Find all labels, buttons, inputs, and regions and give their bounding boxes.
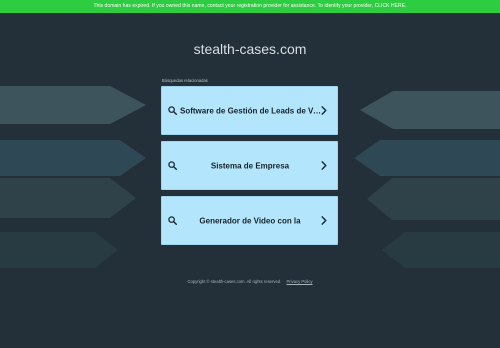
- left-arrow-1: [0, 86, 146, 124]
- search-icon: [168, 212, 177, 230]
- related-link-label: Sistema de Empresa: [210, 161, 290, 170]
- chevron-right-icon: [321, 157, 327, 175]
- related-link-1[interactable]: Software de Gestión de Leads de Venta: [161, 86, 338, 135]
- copyright-text: Copyright © stealth-cases.com. All right…: [187, 279, 282, 284]
- related-link-label: Software de Gestión de Leads de Venta: [180, 106, 321, 115]
- related-link-label: Generador de Video con la: [199, 216, 301, 225]
- left-arrow-2: [0, 140, 146, 176]
- right-arrow-2: [354, 140, 500, 176]
- chevron-right-icon: [321, 102, 327, 120]
- left-arrow-3: [0, 178, 136, 218]
- search-icon: [168, 157, 177, 175]
- related-link-2[interactable]: Sistema de Empresa: [161, 141, 338, 190]
- page-footer: Copyright © stealth-cases.com. All right…: [0, 279, 500, 284]
- chevron-right-icon: [321, 212, 327, 230]
- related-link-3[interactable]: Generador de Video con la: [161, 196, 338, 245]
- privacy-policy-link[interactable]: Privacy Policy: [286, 279, 312, 284]
- right-arrow-1: [360, 91, 500, 129]
- site-domain-title: stealth-cases.com: [193, 41, 307, 57]
- related-searches-heading: Búsquedas relacionadas: [162, 78, 208, 83]
- search-icon: [168, 102, 177, 120]
- right-arrow-4: [382, 232, 500, 268]
- left-arrow-4: [0, 232, 118, 268]
- right-arrow-3: [367, 178, 500, 220]
